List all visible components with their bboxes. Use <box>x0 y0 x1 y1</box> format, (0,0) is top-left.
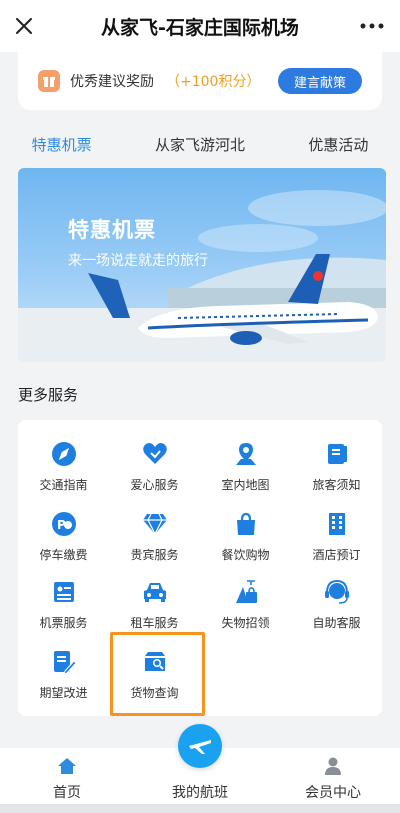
service-label: 停车缴费 <box>39 548 88 562</box>
banner-subtitle: 来一场说走就走的旅行 <box>68 253 208 269</box>
tab-promotions[interactable]: 优惠活动 <box>300 134 376 155</box>
page-title: 从家飞-石家庄国际机场 <box>101 16 299 39</box>
service-label: 旅客须知 <box>312 478 361 492</box>
banner-title: 特惠机票 <box>68 218 156 242</box>
service-label: 失物招领 <box>221 616 270 630</box>
hotel-icon <box>323 510 351 538</box>
service-label: 酒店预订 <box>312 548 361 562</box>
service-label: 爱心服务 <box>130 478 179 492</box>
nav-home-label: 首页 <box>53 785 81 801</box>
compass-icon <box>50 440 78 468</box>
service-label: 餐饮购物 <box>221 548 270 562</box>
service-label: 室内地图 <box>221 478 270 492</box>
shopping-bag-icon <box>232 510 260 538</box>
tab-hebei-travel[interactable]: 从家飞游河北 <box>147 134 253 155</box>
service-ticketing[interactable]: 机票服务 <box>18 572 109 638</box>
car-icon <box>141 578 169 606</box>
service-label: 交通指南 <box>39 478 88 492</box>
user-icon <box>323 756 343 776</box>
service-label: 机票服务 <box>39 616 88 630</box>
home-indicator-area <box>0 804 400 813</box>
service-parking[interactable]: P 停车缴费 <box>18 504 109 570</box>
suggest-button[interactable]: 建言献策 <box>277 68 362 94</box>
airplane-icon <box>189 740 211 754</box>
service-traffic-guide[interactable]: 交通指南 <box>18 434 109 500</box>
book-icon <box>323 440 351 468</box>
top-bar: 从家飞-石家庄国际机场 <box>0 0 400 52</box>
service-indoor-map[interactable]: 室内地图 <box>200 434 291 500</box>
ticket-icon <box>50 578 78 606</box>
close-icon[interactable] <box>10 12 38 40</box>
service-lost-found[interactable]: 失物招领 <box>200 572 291 638</box>
diamond-icon <box>141 510 169 538</box>
map-pin-icon <box>232 440 260 468</box>
nav-member-center[interactable]: 会员中心 <box>266 748 400 804</box>
service-label: 自助客服 <box>312 616 361 630</box>
service-care[interactable]: 爱心服务 <box>109 434 200 500</box>
more-services-title: 更多服务 <box>18 386 79 404</box>
service-hotel[interactable]: 酒店预订 <box>291 504 382 570</box>
suggestion-card: 优秀建议奖励 （+100积分） 建言献策 <box>18 52 382 110</box>
service-car-rental[interactable]: 租车服务 <box>109 572 200 638</box>
promo-banner[interactable]: 特惠机票 来一场说走就走的旅行 <box>18 168 386 362</box>
tab-special-tickets[interactable]: 特惠机票 <box>24 134 100 155</box>
nav-my-flights-label[interactable]: 我的航班 <box>150 782 250 802</box>
headset-icon <box>323 578 351 606</box>
service-label: 期望改进 <box>39 686 88 700</box>
service-label: 租车服务 <box>130 616 179 630</box>
suggestion-points: （+100积分） <box>166 74 261 90</box>
nav-member-label: 会员中心 <box>305 785 361 801</box>
gift-icon <box>38 70 60 92</box>
service-label: 贵宾服务 <box>130 548 179 562</box>
service-self-help[interactable]: 自助客服 <box>291 572 382 638</box>
service-passenger-notice[interactable]: 旅客须知 <box>291 434 382 500</box>
service-dining-shopping[interactable]: 餐饮购物 <box>200 504 291 570</box>
suggestion-label: 优秀建议奖励 <box>70 74 154 90</box>
lost-found-icon <box>232 578 260 606</box>
parking-icon: P <box>50 510 78 538</box>
my-flights-button[interactable] <box>178 724 222 768</box>
heart-icon <box>141 440 169 468</box>
service-improvement[interactable]: 期望改进 <box>18 642 109 708</box>
edit-icon <box>50 648 78 676</box>
more-menu-icon[interactable] <box>358 14 386 38</box>
category-tabs: 特惠机票 从家飞游河北 优惠活动 <box>0 128 400 160</box>
home-icon <box>57 756 77 776</box>
highlight-frame <box>110 632 205 716</box>
service-vip[interactable]: 贵宾服务 <box>109 504 200 570</box>
nav-home[interactable]: 首页 <box>0 748 134 804</box>
